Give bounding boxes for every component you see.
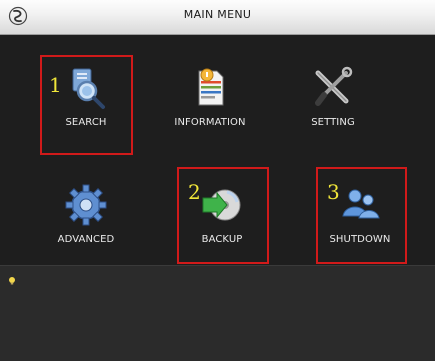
menu-item-label: ADVANCED [57, 234, 115, 245]
status-area [0, 265, 435, 361]
window-title: MAIN MENU [183, 8, 252, 21]
lightbulb-icon [9, 277, 15, 285]
information-document-icon [198, 68, 224, 106]
menu-item-label: SETTING [311, 117, 355, 128]
marker-number: 3 [327, 180, 340, 204]
highlight-box-search [40, 55, 133, 155]
title-bar: MAIN MENU [0, 0, 435, 35]
menu-grid: SEARCH INFORMATION SETTING ADVANCED BACK… [0, 35, 435, 265]
marker-number: 2 [188, 180, 201, 204]
menu-item-setting[interactable]: SETTING [283, 53, 383, 143]
gear-icon [65, 184, 107, 226]
menu-item-advanced[interactable]: ADVANCED [36, 170, 136, 260]
main-menu-window: MAIN MENU SEARCH INFORMATION SETTING ADV… [0, 0, 435, 361]
wrench-screwdriver-icon [315, 66, 353, 106]
menu-item-information[interactable]: INFORMATION [160, 53, 260, 143]
menu-item-label: INFORMATION [174, 117, 246, 128]
marker-number: 1 [49, 73, 62, 97]
